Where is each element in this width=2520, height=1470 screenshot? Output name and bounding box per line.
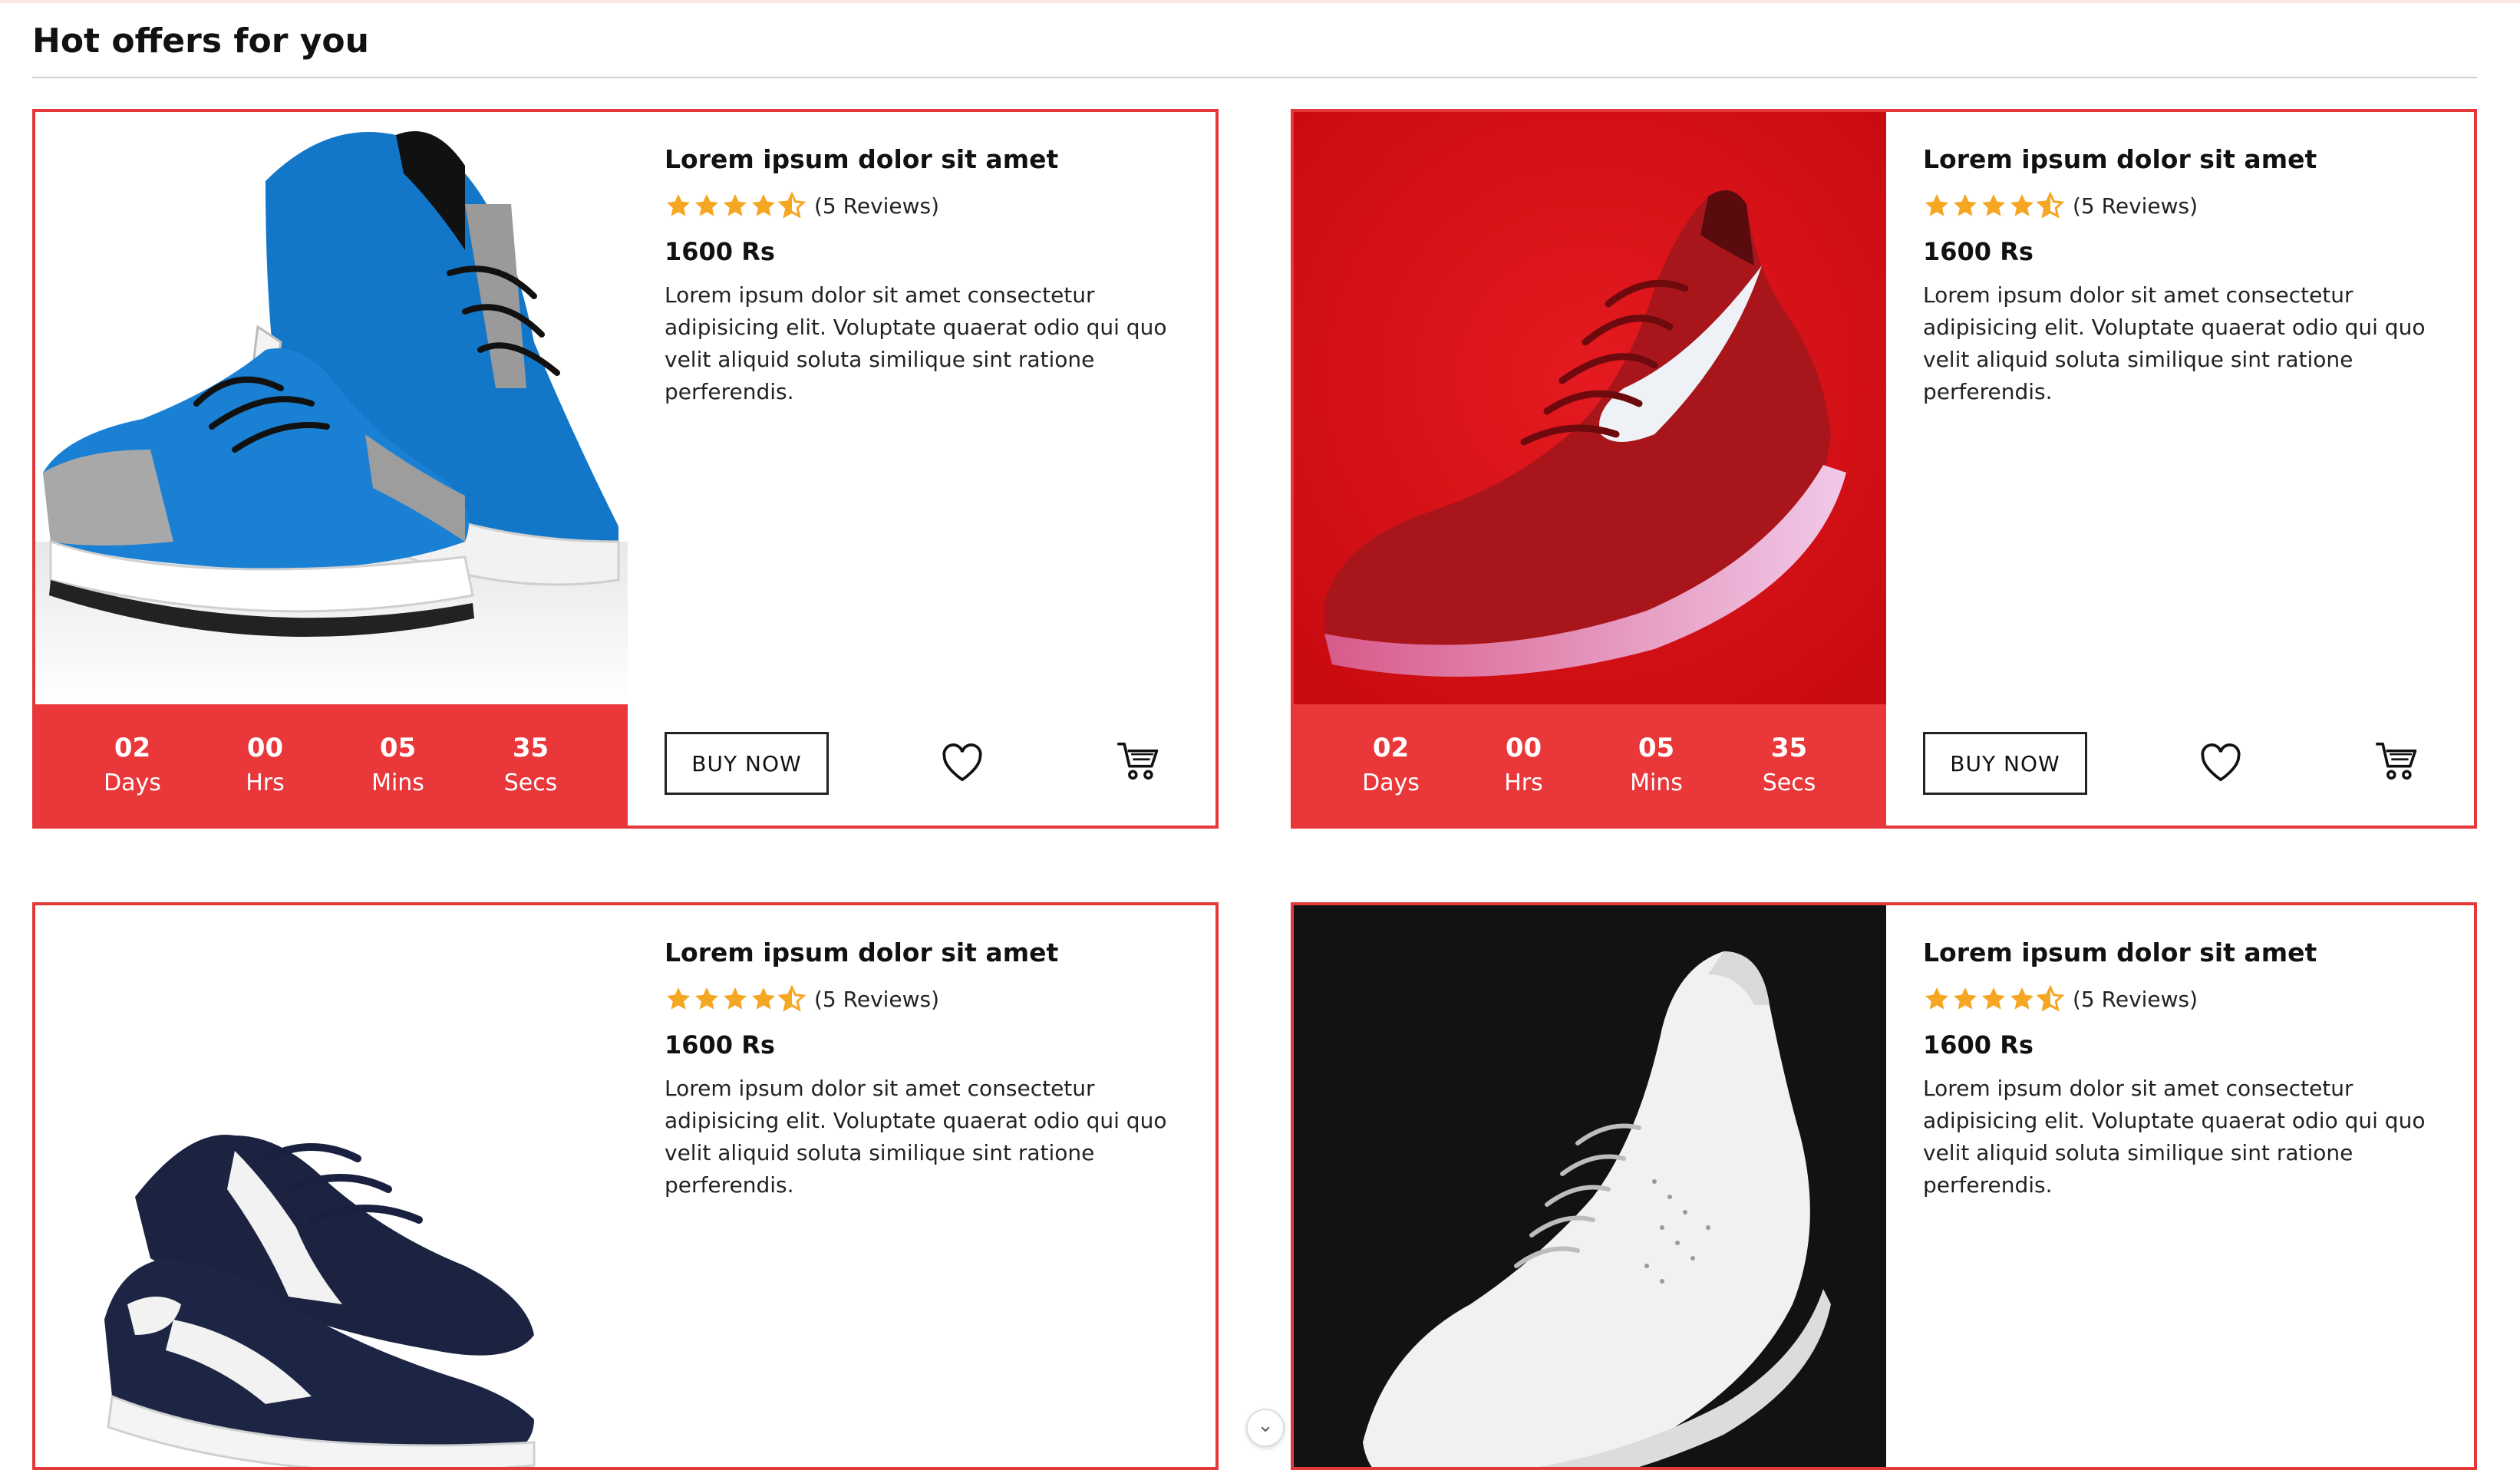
product-description: Lorem ipsum dolor sit amet consectetur a… xyxy=(665,282,1167,404)
rating-stars xyxy=(1923,192,2065,219)
star-icon xyxy=(667,194,690,216)
product-card: 02 Days 00 Hrs 05 Mins 35 Secs Lorem ips… xyxy=(32,109,1219,829)
product-rating: (5 Reviews) xyxy=(1923,184,2429,227)
product-card: Lorem ipsum dolor sit amet (5 Reviews) 1… xyxy=(32,902,1219,1470)
rating-stars xyxy=(665,985,806,1013)
star-icon xyxy=(667,987,690,1010)
half-star-icon xyxy=(778,192,806,219)
product-title[interactable]: Lorem ipsum dolor sit amet xyxy=(1923,138,2429,181)
product-info: Lorem ipsum dolor sit amet (5 Reviews) 1… xyxy=(665,138,1171,408)
countdown-timer: 02 Days 00 Hrs 05 Mins 35 Secs xyxy=(1294,704,1886,826)
product-title[interactable]: Lorem ipsum dolor sit amet xyxy=(665,931,1171,974)
star-icon xyxy=(1954,194,1977,216)
product-rating: (5 Reviews) xyxy=(665,977,1171,1020)
star-icon xyxy=(2010,987,2033,1010)
rating-stars xyxy=(665,192,806,219)
product-price: 1600 Rs xyxy=(1923,237,2033,266)
product-info: Lorem ipsum dolor sit amet (5 Reviews) 1… xyxy=(1923,138,2429,408)
product-info: Lorem ipsum dolor sit amet (5 Reviews) 1… xyxy=(1923,931,2429,1201)
cart-icon[interactable] xyxy=(1116,740,1160,783)
star-icon xyxy=(752,987,775,1010)
buy-now-button[interactable]: BUY NOW xyxy=(665,732,829,795)
product-image[interactable] xyxy=(35,112,628,704)
product-title[interactable]: Lorem ipsum dolor sit amet xyxy=(665,138,1171,181)
chevron-down-icon[interactable]: ⌄ xyxy=(1246,1409,1285,1447)
product-description: Lorem ipsum dolor sit amet consectetur a… xyxy=(1923,1076,2426,1198)
product-card: 02 Days 00 Hrs 05 Mins 35 Secs Lorem ips… xyxy=(1291,109,2477,829)
product-image[interactable] xyxy=(1294,905,1886,1467)
product-description: Lorem ipsum dolor sit amet consectetur a… xyxy=(1923,282,2426,404)
countdown-hours: 00 Hrs xyxy=(1504,733,1543,796)
countdown-seconds: 35 Secs xyxy=(503,733,558,796)
section-title: Hot offers for you xyxy=(32,21,369,61)
review-count[interactable]: (5 Reviews) xyxy=(814,193,939,219)
review-count[interactable]: (5 Reviews) xyxy=(2073,987,2198,1012)
product-image[interactable] xyxy=(1294,112,1886,704)
product-price: 1600 Rs xyxy=(665,237,775,266)
product-description: Lorem ipsum dolor sit amet consectetur a… xyxy=(665,1076,1167,1198)
star-icon xyxy=(2010,194,2033,216)
countdown-days: 02 Days xyxy=(104,733,161,796)
star-icon xyxy=(695,194,718,216)
countdown-hours: 00 Hrs xyxy=(246,733,285,796)
star-icon xyxy=(1925,987,1948,1010)
cart-icon[interactable] xyxy=(2374,740,2419,783)
countdown-seconds: 35 Secs xyxy=(1762,733,1816,796)
countdown-days: 02 Days xyxy=(1362,733,1420,796)
title-divider xyxy=(32,77,2477,78)
half-star-icon xyxy=(2037,985,2064,1012)
product-info: Lorem ipsum dolor sit amet (5 Reviews) 1… xyxy=(665,931,1171,1201)
review-count[interactable]: (5 Reviews) xyxy=(2073,193,2198,219)
heart-icon[interactable] xyxy=(2199,743,2242,783)
review-count[interactable]: (5 Reviews) xyxy=(814,987,939,1012)
star-icon xyxy=(1925,194,1948,216)
product-rating: (5 Reviews) xyxy=(665,184,1171,227)
product-title[interactable]: Lorem ipsum dolor sit amet xyxy=(1923,931,2429,974)
star-icon xyxy=(1982,194,2005,216)
star-icon xyxy=(724,987,747,1010)
countdown-timer: 02 Days 00 Hrs 05 Mins 35 Secs xyxy=(35,704,628,826)
half-star-icon xyxy=(2037,192,2064,219)
star-icon xyxy=(1954,987,1977,1010)
heart-icon[interactable] xyxy=(941,743,984,783)
star-icon xyxy=(1982,987,2005,1010)
countdown-minutes: 05 Mins xyxy=(1630,733,1683,796)
buy-now-button[interactable]: BUY NOW xyxy=(1923,732,2087,795)
half-star-icon xyxy=(778,985,806,1012)
top-border-line xyxy=(0,0,2520,3)
countdown-minutes: 05 Mins xyxy=(371,733,424,796)
star-icon xyxy=(695,987,718,1010)
product-rating: (5 Reviews) xyxy=(1923,977,2429,1020)
product-image[interactable] xyxy=(35,905,628,1467)
star-icon xyxy=(752,194,775,216)
star-icon xyxy=(724,194,747,216)
product-price: 1600 Rs xyxy=(1923,1030,2033,1060)
rating-stars xyxy=(1923,985,2065,1013)
product-price: 1600 Rs xyxy=(665,1030,775,1060)
product-card: Lorem ipsum dolor sit amet (5 Reviews) 1… xyxy=(1291,902,2477,1470)
